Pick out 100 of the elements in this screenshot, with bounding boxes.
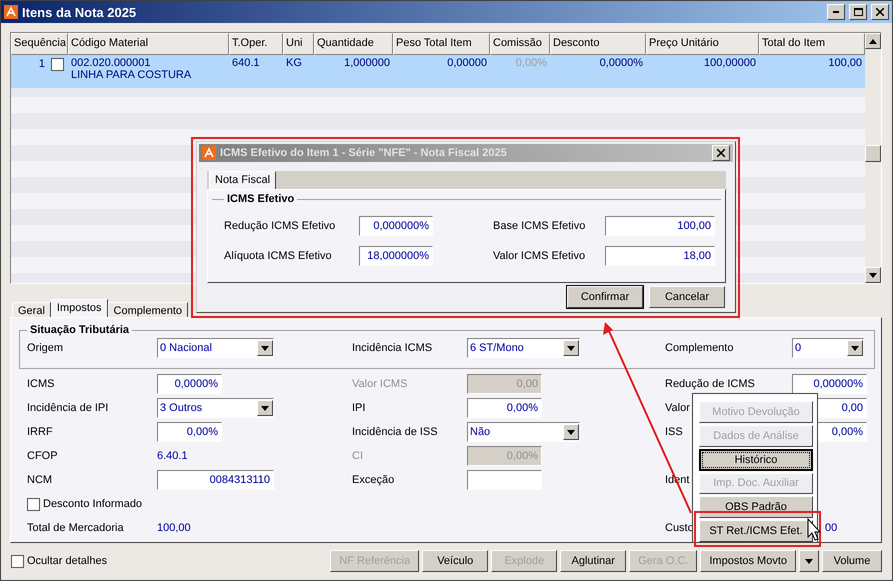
field-label: Alíquota ICMS Efetivo — [224, 250, 332, 262]
close-icon — [876, 8, 884, 16]
column-header[interactable]: Comissão — [490, 33, 550, 55]
group-title: Situação Tributária — [29, 324, 130, 336]
button[interactable]: Veículo — [422, 550, 488, 572]
input-field[interactable]: 0,00% — [467, 398, 542, 418]
column-header[interactable]: Desconto — [550, 33, 646, 55]
caret-icon — [261, 346, 269, 350]
checkbox-label: Ocultar detalhes — [27, 555, 108, 567]
tab[interactable]: Geral — [12, 302, 51, 317]
field-label: Valor ICMS Efetivo — [493, 250, 586, 262]
up-arrow-icon — [869, 38, 877, 44]
column-header[interactable]: Preço Unitário — [646, 33, 759, 55]
table-cell-text: 002.020.000001 — [71, 57, 152, 69]
button[interactable]: Aglutinar — [560, 550, 626, 572]
table-cell-text: 0,00% — [514, 56, 548, 71]
menu-button[interactable]: ST Ret./ICMS Efet. — [699, 520, 813, 542]
checkbox[interactable] — [11, 554, 24, 568]
field-label: Base ICMS Efetivo — [493, 220, 586, 232]
field-label: IRRF — [27, 426, 53, 438]
field-label: Total de Mercadoria — [27, 522, 124, 534]
table-cell-text: 0,00000 — [446, 56, 488, 71]
dropdown-button[interactable] — [563, 424, 579, 440]
tab[interactable]: Nota Fiscal — [209, 171, 276, 189]
field-label: Incidência de IPI — [27, 402, 108, 414]
dropdown-button[interactable] — [847, 340, 863, 356]
column-header[interactable]: Código Material — [68, 33, 229, 55]
column-header[interactable]: Quantidade — [314, 33, 393, 55]
field-label: Valor — [665, 402, 690, 414]
input-field[interactable]: 0,0000% — [157, 374, 222, 394]
table-cell-text: 0,0000% — [598, 56, 644, 71]
caret-icon — [261, 406, 269, 410]
field-value: 100,00 — [157, 522, 191, 534]
field-label: Redução ICMS Efetivo — [224, 220, 336, 232]
input-field[interactable]: 0084313110 — [157, 470, 274, 490]
input-field[interactable]: 0,00000% — [792, 374, 867, 394]
tab[interactable]: Complemento — [108, 302, 188, 317]
close-button[interactable] — [871, 4, 889, 20]
button[interactable]: Impostos Movto — [700, 550, 796, 572]
dropdown-button[interactable] — [257, 400, 273, 416]
app-icon — [202, 146, 216, 160]
input-field[interactable]: 0,00% — [157, 422, 222, 442]
dropdown-button[interactable] — [257, 340, 273, 356]
button[interactable]: Volume — [822, 550, 882, 572]
field-label: IPI — [352, 402, 366, 414]
down-arrow-icon — [869, 272, 877, 278]
close-button[interactable] — [712, 145, 730, 161]
field-value: 6.40.1 — [157, 450, 188, 462]
field-label: Redução de ICMS — [665, 378, 755, 390]
table-cell-text: 100,00 — [827, 56, 863, 71]
column-header[interactable]: T.Oper. — [229, 33, 283, 55]
close-icon — [717, 149, 725, 157]
table-cell-text: 100,00000 — [703, 56, 757, 71]
field-label: CFOP — [27, 450, 58, 462]
table-cell-text: KG — [285, 56, 303, 71]
input-field[interactable]: 100,00 — [605, 216, 715, 236]
menu-button[interactable]: Histórico — [699, 448, 813, 470]
column-header[interactable]: Sequência — [11, 33, 68, 55]
dropdown-button[interactable] — [563, 340, 579, 356]
maximize-button[interactable] — [849, 4, 867, 20]
column-header[interactable]: Total do Item — [759, 33, 865, 55]
dropdown-field[interactable]: 0 — [792, 338, 864, 358]
table-cell-text: LINHA PARA COSTURA — [71, 69, 192, 81]
scrollbar[interactable] — [865, 33, 881, 283]
caret-icon — [851, 346, 859, 350]
maximize-icon — [854, 8, 862, 16]
field-label: Exceção — [352, 474, 394, 486]
scroll-thumb[interactable] — [865, 145, 881, 162]
window-title: Itens da Nota 2025 — [22, 4, 138, 20]
input-field[interactable]: 0,000000% — [359, 216, 433, 236]
table-cell: 1 — [38, 58, 45, 70]
app-icon — [4, 5, 18, 19]
input-field[interactable]: 18,00 — [605, 246, 715, 266]
minimize-icon — [833, 11, 839, 13]
column-header[interactable]: Peso Total Item — [393, 33, 490, 55]
field-label: Origem — [27, 342, 64, 354]
checkbox[interactable] — [51, 58, 64, 71]
field-value: 00 — [825, 522, 838, 534]
button[interactable]: Confirmar — [567, 286, 643, 308]
tab[interactable]: Impostos — [50, 299, 108, 317]
dropdown-field[interactable]: 0 Nacional — [157, 338, 274, 358]
checkbox[interactable] — [27, 498, 40, 510]
field-label: Incidência de ISS — [352, 426, 438, 438]
input-field[interactable]: 18,000000% — [359, 246, 433, 266]
button[interactable]: Cancelar — [649, 286, 725, 308]
minimize-button[interactable] — [827, 4, 845, 20]
group-title: ICMS Efetivo — [226, 193, 296, 205]
field-label: NCM — [27, 474, 52, 486]
field-label: ICMS — [27, 378, 54, 390]
table-cell-text: 1,000000 — [343, 56, 391, 71]
input-field[interactable] — [467, 470, 542, 490]
caret-icon — [567, 430, 575, 434]
column-header[interactable]: Uni — [283, 33, 314, 55]
dropdown-field[interactable]: Não — [467, 422, 580, 442]
menu-button[interactable]: OBS Padrão — [699, 496, 813, 518]
field-label: Valor ICMS — [352, 378, 408, 390]
checkbox-label: Desconto Informado — [43, 498, 142, 510]
dropdown-button[interactable] — [799, 550, 819, 572]
dropdown-field[interactable]: 6 ST/Mono — [467, 338, 580, 358]
dropdown-field[interactable]: 3 Outros — [157, 398, 274, 418]
